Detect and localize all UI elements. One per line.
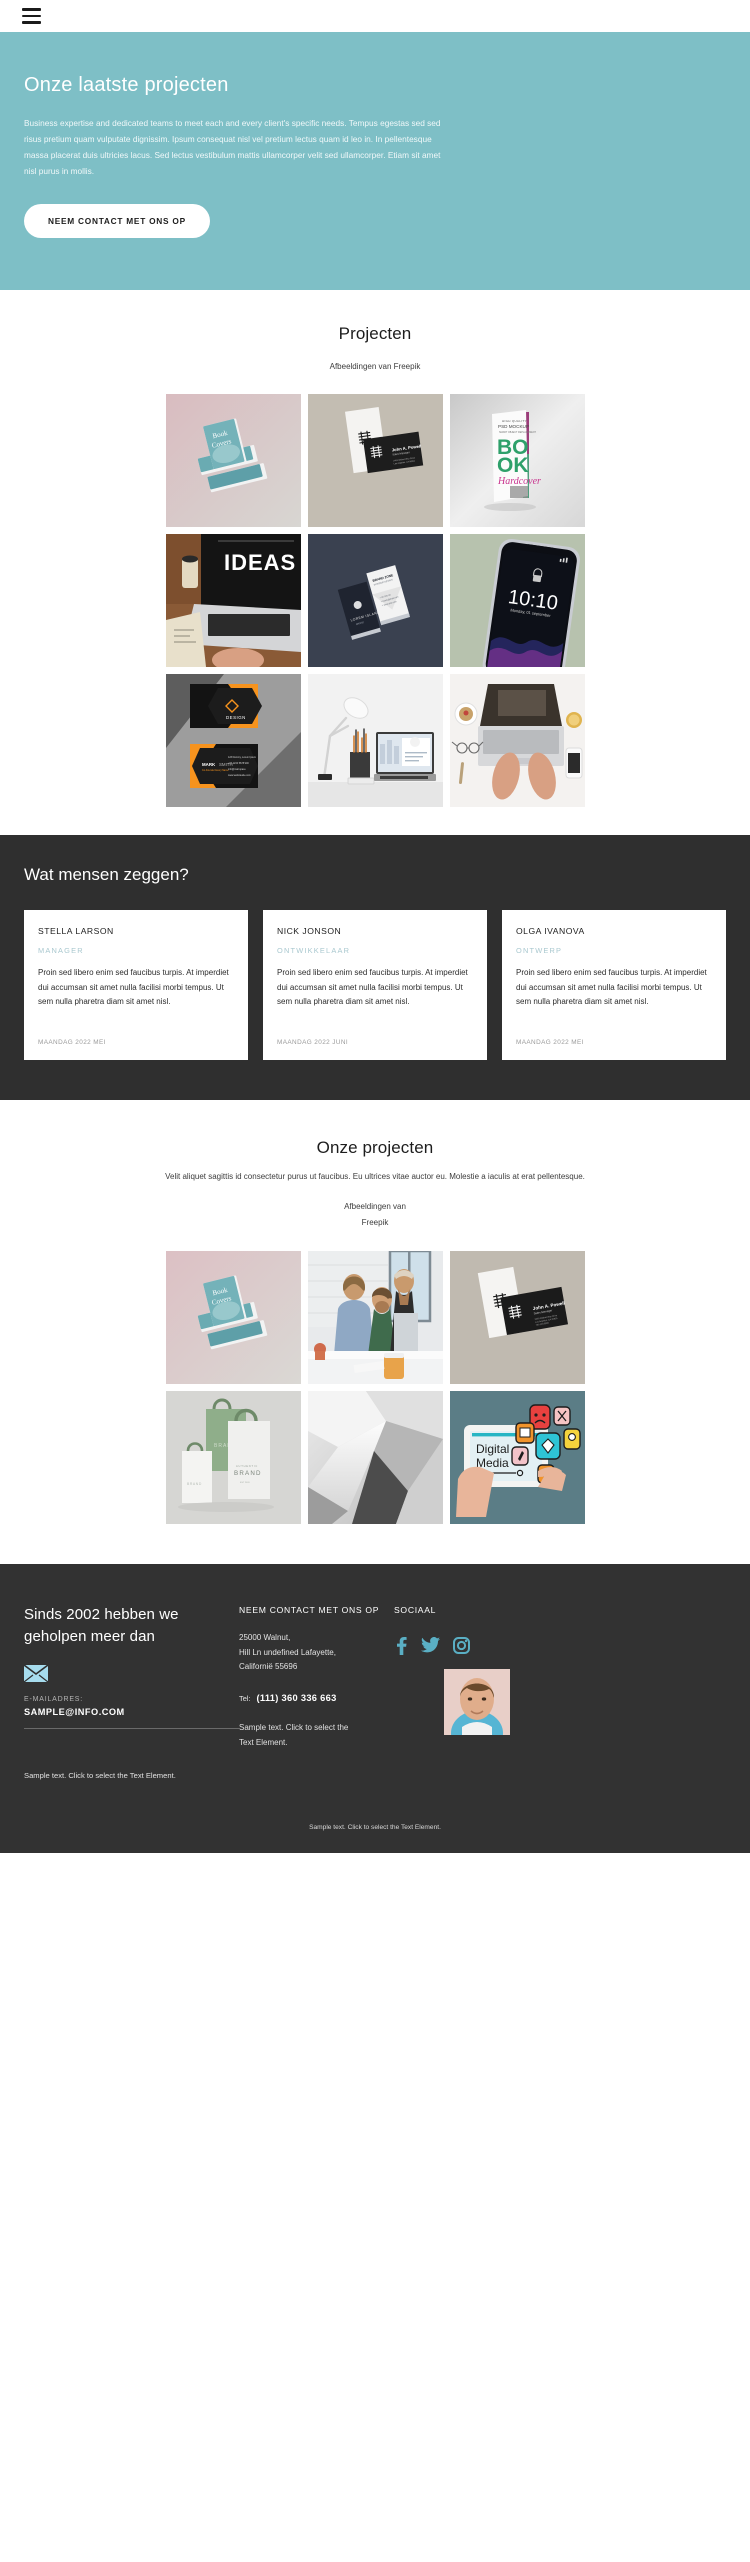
- project-thumb-team-meeting-office[interactable]: [307, 1251, 443, 1385]
- svg-text:BRAND: BRAND: [187, 1482, 202, 1486]
- svg-text:AUTHENTIC: AUTHENTIC: [236, 1464, 258, 1468]
- hero-description: Business expertise and dedicated teams t…: [24, 118, 441, 176]
- testimonial-date: MAANDAG 2022 MEI: [38, 1039, 106, 1047]
- project-thumb-hands-typing-laptop-flatlay[interactable]: [449, 674, 585, 808]
- project-thumb-laptop-ideas-desk[interactable]: IDEAS: [165, 534, 301, 668]
- testimonial-card: STELLA LARSON MANAGER Proin sed libero e…: [24, 910, 248, 1061]
- address-line-2: Hill Ln undefined Lafayette,: [239, 1647, 336, 1657]
- address-line-1: 25000 Walnut,: [239, 1632, 291, 1642]
- testimonial-card: OLGA IVANOVA ONTWERP Proin sed libero en…: [502, 910, 726, 1061]
- email-value[interactable]: SAMPLE@INFO.COM: [24, 1707, 239, 1717]
- footer-sample-text-bottom[interactable]: Sample text. Click to select the Text El…: [24, 1780, 726, 1853]
- footer-sample-text-middle[interactable]: Sample text. Click to select the Text El…: [239, 1721, 359, 1751]
- svg-text:EST 2020: EST 2020: [240, 1482, 250, 1484]
- projects-section: Projecten Afbeeldingen van Freepik Book …: [0, 289, 750, 836]
- footer-column-social: SOCIAAL: [394, 1604, 726, 1780]
- testimonial-name: OLGA IVANOVA: [516, 926, 585, 937]
- footer-divider: [24, 1728, 239, 1730]
- tel-number[interactable]: (111) 360 336 663: [257, 1693, 337, 1703]
- top-navigation-bar: [0, 0, 750, 32]
- our-projects-section: Onze projecten Velit aliquet sagittis id…: [0, 1100, 750, 1565]
- facebook-icon[interactable]: [394, 1636, 408, 1655]
- project-thumb-book-covers-mockup-2[interactable]: Book Covers: [165, 1251, 301, 1385]
- svg-text:IDEAS: IDEAS: [224, 550, 296, 575]
- our-projects-subtitle: Velit aliquet sagittis id consectetur pu…: [165, 1172, 585, 1182]
- address-line-3: Californië 55696: [239, 1662, 298, 1672]
- our-projects-gallery: Book Covers John A. Powell Sales Manager…: [0, 1251, 750, 1525]
- testimonial-cards: STELLA LARSON MANAGER Proin sed libero e…: [24, 910, 726, 1061]
- site-footer: Sinds 2002 hebben we geholpen meer dan E…: [0, 1564, 750, 1854]
- contact-address: 25000 Walnut, Hill Ln undefined Lafayett…: [239, 1631, 394, 1675]
- hero-title: Onze laatste projecten: [24, 74, 229, 96]
- testimonial-body: Proin sed libero enim sed faucibus turpi…: [277, 968, 468, 1006]
- svg-text:HIGH QUALITY: HIGH QUALITY: [502, 419, 527, 423]
- person-portrait-avatar: [444, 1668, 510, 1735]
- project-thumb-dark-business-cards[interactable]: LOREM ISLAND BRAND BRAND ZONE INTERIOR D…: [307, 534, 443, 668]
- project-thumb-business-cards-white-black[interactable]: John A. Powell Sales Manager 2400 Walnut…: [307, 394, 443, 528]
- svg-text:MARK: MARK: [202, 762, 216, 767]
- svg-text:DESIGN: DESIGN: [226, 715, 246, 720]
- project-thumb-book-covers-mockup[interactable]: Book Covers: [165, 394, 301, 528]
- svg-text:Hardcover: Hardcover: [497, 476, 541, 487]
- instagram-icon[interactable]: [453, 1636, 470, 1654]
- testimonial-date: MAANDAG 2022 MEI: [516, 1039, 584, 1047]
- project-thumb-brand-paper-bags[interactable]: BRAND AUTHENTIC BRAND EST 2020 BRAND: [165, 1391, 301, 1525]
- contact-cta-button[interactable]: NEEM CONTACT MET ONS OP: [24, 203, 210, 238]
- footer-column-brand: Sinds 2002 hebben we geholpen meer dan E…: [24, 1604, 239, 1780]
- project-thumb-business-cards-john-powell[interactable]: John A. Powell Sales Manager 2400 Walnut…: [449, 1251, 585, 1385]
- tel-label: Tel:: [239, 1694, 251, 1704]
- svg-text:info@mail.space: info@mail.space: [228, 768, 246, 771]
- testimonial-name: NICK JONSON: [277, 926, 342, 937]
- footer-column-contact: NEEM CONTACT MET ONS OP 25000 Walnut, Hi…: [239, 1604, 394, 1780]
- hamburger-bar: [22, 8, 41, 11]
- project-thumb-book-hardcover-psd-mockup[interactable]: HIGH QUALITY PSD MOCKUP SMART OBJECT REP…: [449, 394, 585, 528]
- hero-section: Onze laatste projecten Business expertis…: [0, 32, 750, 290]
- project-thumb-digital-media-tablet[interactable]: Digital Media: [449, 1391, 585, 1525]
- hamburger-menu-icon[interactable]: [22, 8, 41, 24]
- footer-heading: Sinds 2002 hebben we geholpen meer dan: [24, 1606, 179, 1645]
- projects-gallery: Book Covers John A. Powell Sales Manager…: [0, 394, 750, 808]
- email-label: E-MAILADRES:: [24, 1696, 83, 1704]
- social-column-title: SOCIAAL: [394, 1605, 437, 1616]
- telephone-row: Tel: (111) 360 336 663: [239, 1693, 394, 1703]
- testimonial-body: Proin sed libero enim sed faucibus turpi…: [38, 968, 229, 1006]
- svg-text:+00 1234 5678 900: +00 1234 5678 900: [228, 762, 249, 765]
- testimonial-date: MAANDAG 2022 JUNI: [277, 1039, 349, 1047]
- svg-text:www.websitesite.com: www.websitesite.com: [228, 774, 251, 777]
- svg-text:Digital: Digital: [476, 1442, 509, 1456]
- testimonial-name: STELLA LARSON: [38, 926, 114, 937]
- testimonials-title: Wat mensen zeggen?: [24, 865, 189, 885]
- project-thumb-smartphone-lockscreen-1010[interactable]: 10:10 Monday, 01 september: [449, 534, 585, 668]
- testimonial-role: ONTWIKKELAAR: [277, 946, 351, 956]
- svg-text:OK: OK: [497, 454, 529, 477]
- svg-text:Co-Founder Every Name: Co-Founder Every Name: [202, 769, 229, 772]
- footer-columns: Sinds 2002 hebben we geholpen meer dan E…: [24, 1604, 726, 1780]
- footer-sample-text-left[interactable]: Sample text. Click to select the Text El…: [24, 1771, 239, 1780]
- envelope-icon: [24, 1665, 48, 1683]
- testimonial-role: ONTWERP: [516, 946, 563, 956]
- project-thumb-orange-black-business-cards[interactable]: DESIGN MARK SMITH Co-Founder Every Name …: [165, 674, 301, 808]
- project-thumb-abstract-paper-folds[interactable]: [307, 1391, 443, 1525]
- projects-title: Projecten: [338, 323, 412, 343]
- project-thumb-desk-lamp-laptop-workspace[interactable]: [307, 674, 443, 808]
- testimonials-section: Wat mensen zeggen? STELLA LARSON MANAGER…: [0, 835, 750, 1101]
- testimonial-card: NICK JONSON ONTWIKKELAAR Proin sed liber…: [263, 910, 487, 1061]
- hamburger-bar: [22, 21, 41, 24]
- our-projects-credit-line1: Afbeeldingen van: [344, 1202, 406, 1212]
- svg-text:BRAND: BRAND: [234, 1470, 262, 1477]
- svg-text:123 Dummy, Lorem Ipsum: 123 Dummy, Lorem Ipsum: [228, 756, 256, 759]
- our-projects-credit-line2: Freepik: [361, 1217, 389, 1227]
- svg-text:PSD MOCKUP: PSD MOCKUP: [498, 424, 529, 429]
- our-projects-title: Onze projecten: [316, 1138, 434, 1158]
- twitter-icon[interactable]: [421, 1636, 440, 1653]
- social-icon-row: [394, 1636, 726, 1655]
- testimonial-body: Proin sed libero enim sed faucibus turpi…: [516, 968, 707, 1006]
- svg-text:SMART OBJECT REPLACEMENT: SMART OBJECT REPLACEMENT: [499, 431, 536, 434]
- projects-credit: Afbeeldingen van Freepik: [329, 361, 421, 371]
- contact-column-title: NEEM CONTACT MET ONS OP: [239, 1605, 380, 1616]
- testimonial-role: MANAGER: [38, 946, 84, 956]
- hamburger-bar: [22, 14, 41, 18]
